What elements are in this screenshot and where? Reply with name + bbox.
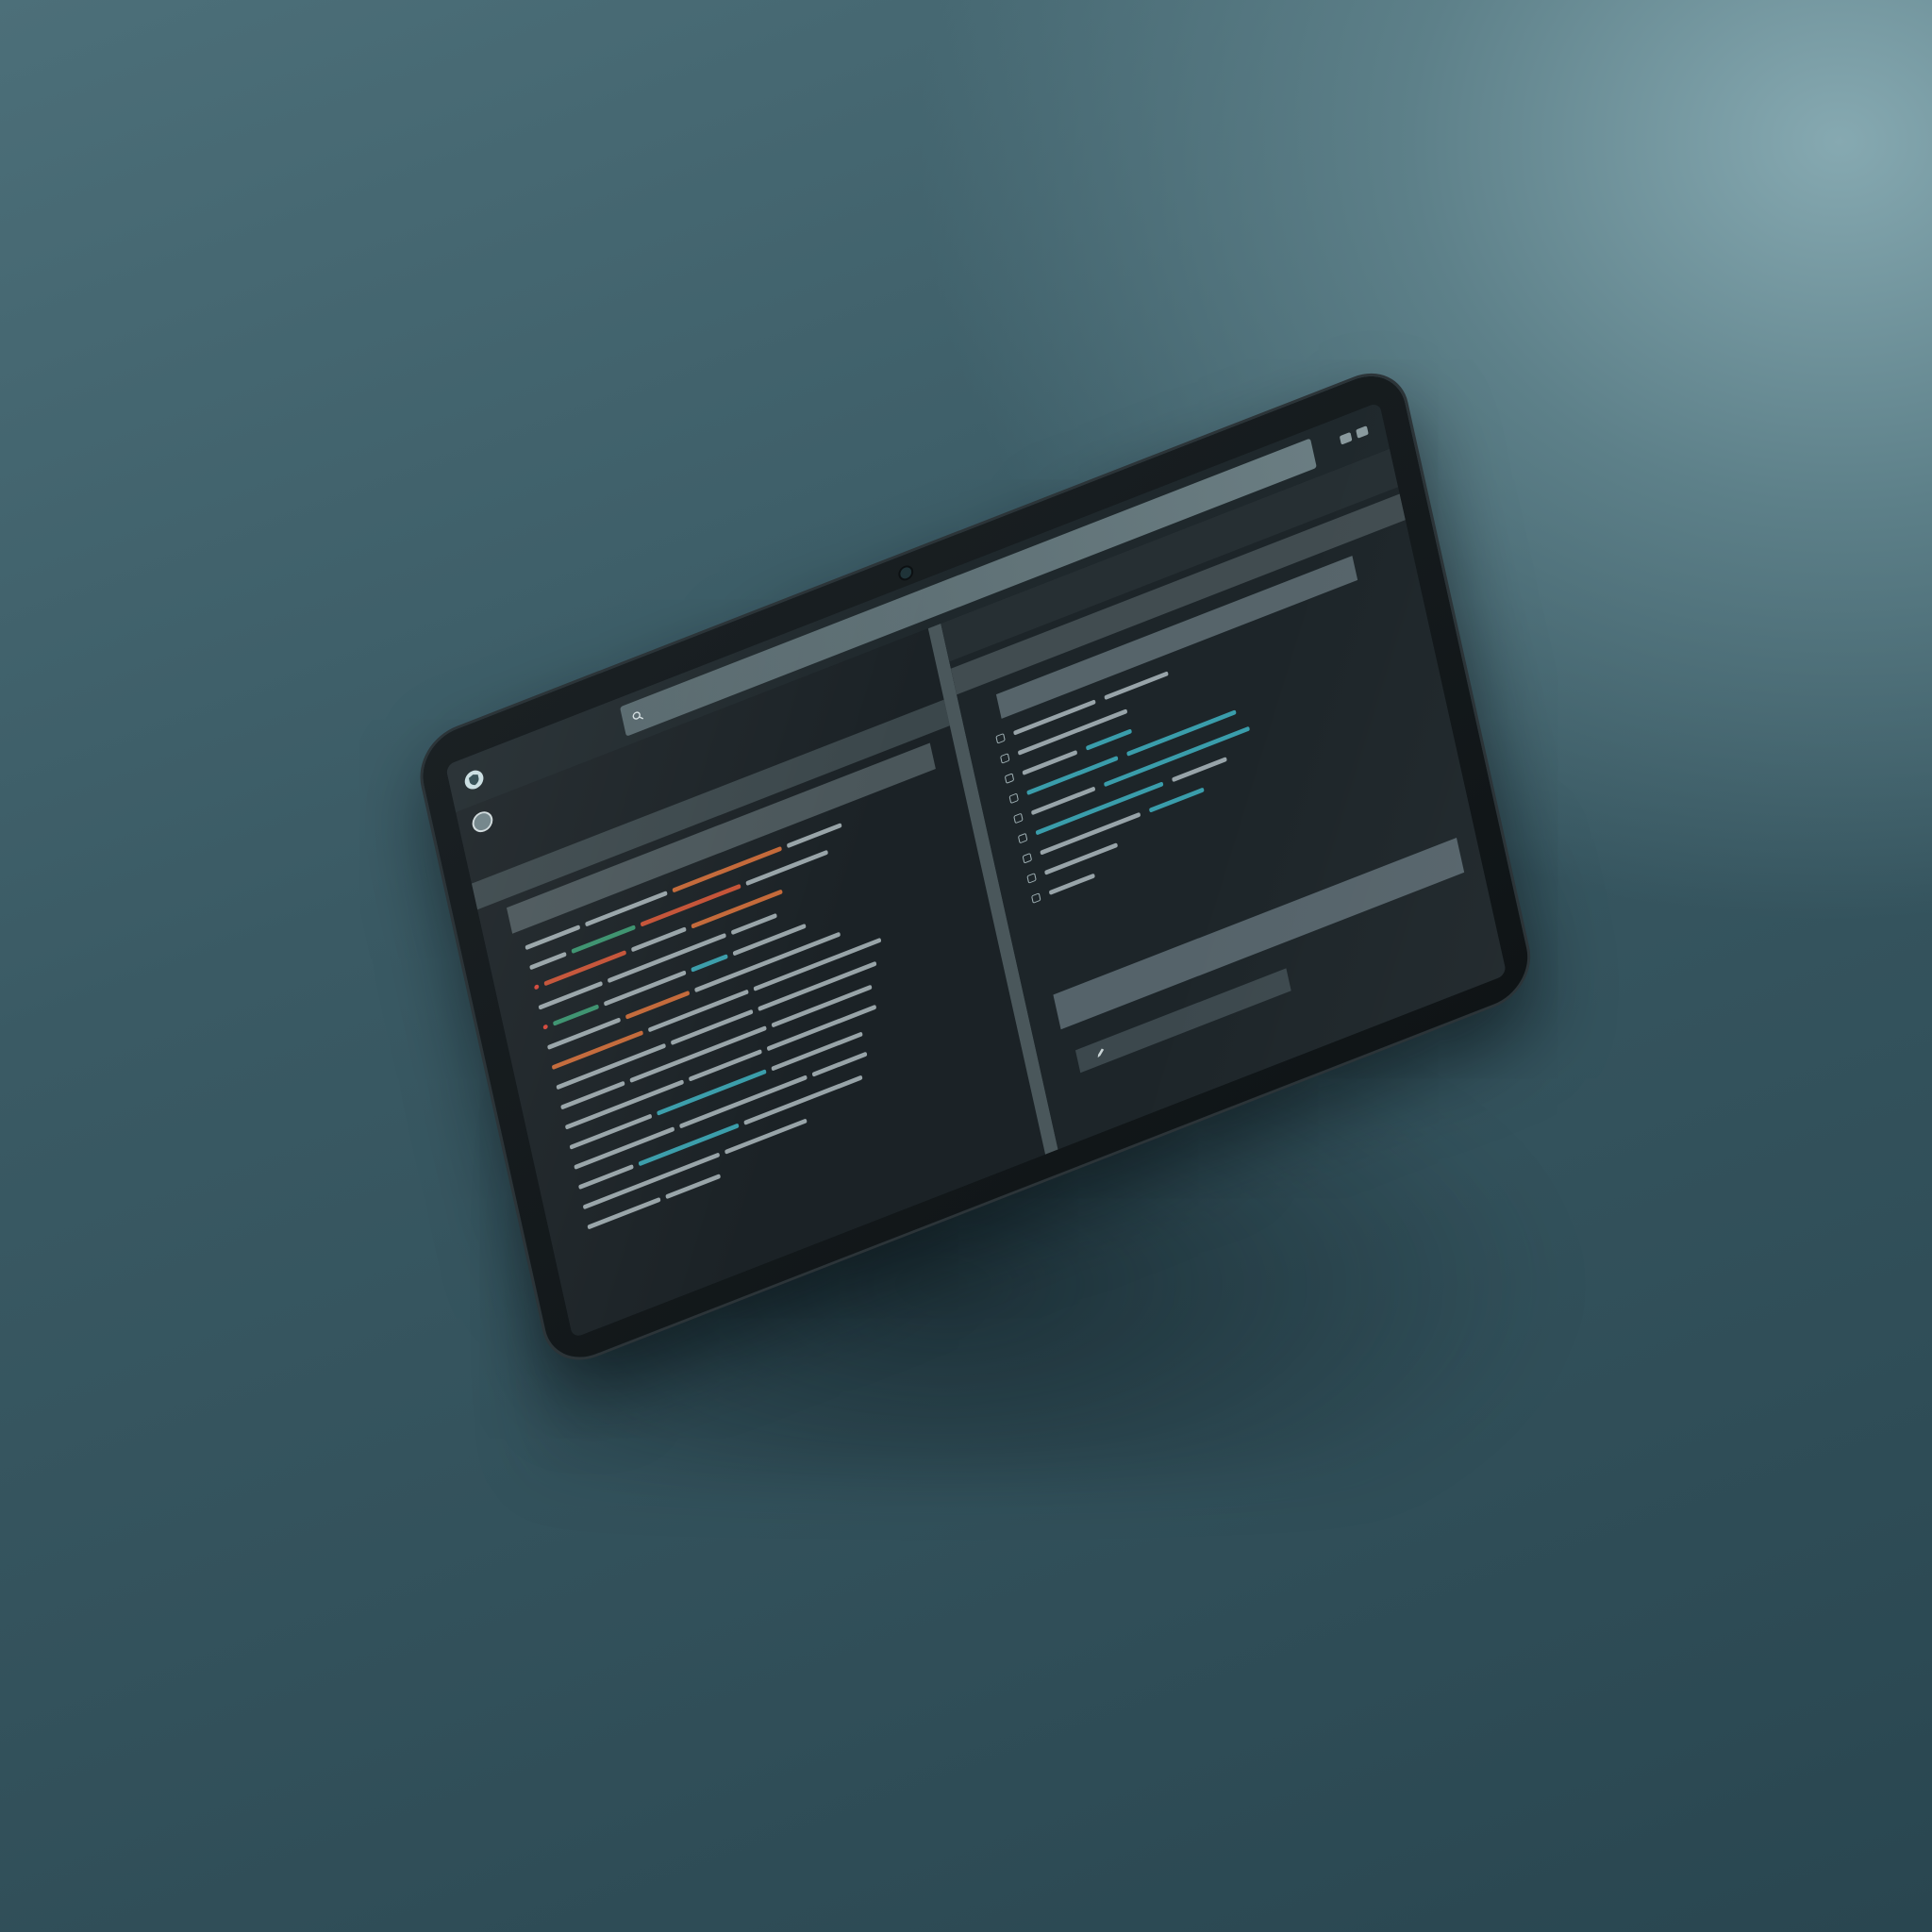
camera-dot bbox=[899, 565, 913, 581]
checkbox-icon[interactable] bbox=[999, 752, 1010, 764]
window-control-icon[interactable] bbox=[1339, 431, 1353, 445]
window-controls bbox=[1339, 425, 1369, 445]
checkbox-icon[interactable] bbox=[1022, 852, 1033, 864]
checkbox-icon[interactable] bbox=[1004, 772, 1015, 784]
scene bbox=[0, 0, 1932, 1932]
user-chip[interactable] bbox=[470, 808, 495, 836]
checkbox-icon[interactable] bbox=[995, 732, 1006, 744]
breakpoint-dot[interactable] bbox=[542, 1023, 549, 1030]
checkbox-icon[interactable] bbox=[1026, 872, 1037, 884]
avatar bbox=[470, 808, 495, 836]
checkbox-icon[interactable] bbox=[1017, 832, 1028, 843]
breakpoint-dot[interactable] bbox=[533, 983, 540, 991]
checkbox-icon[interactable] bbox=[1030, 891, 1041, 904]
window-control-icon[interactable] bbox=[1356, 425, 1369, 439]
tablet-screen bbox=[445, 402, 1507, 1339]
tablet-device bbox=[415, 363, 1536, 1371]
pencil-icon bbox=[1097, 1048, 1105, 1058]
shield-logo-icon[interactable] bbox=[462, 767, 486, 792]
checkbox-icon[interactable] bbox=[1008, 791, 1019, 804]
search-icon bbox=[632, 711, 644, 720]
checkbox-icon[interactable] bbox=[1013, 812, 1024, 824]
